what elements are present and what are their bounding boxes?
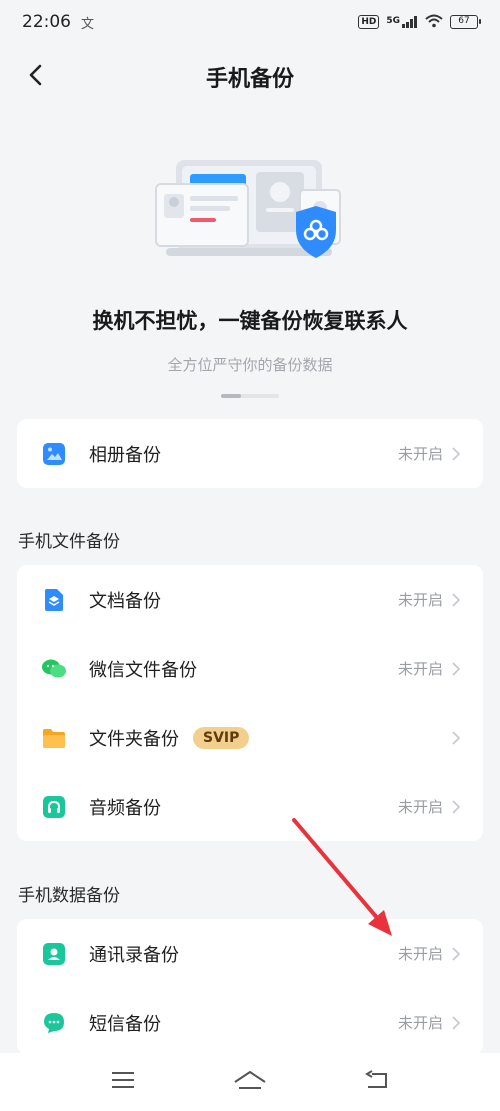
row-status: 未开启 <box>397 591 443 609</box>
chevron-right-icon <box>449 446 463 461</box>
row-label: 相册备份 <box>89 444 161 466</box>
contacts-icon <box>41 941 67 967</box>
battery-icon: 67 <box>450 15 481 29</box>
folder-backup-label: 文件夹备份 <box>89 728 179 750</box>
wifi-icon <box>425 14 443 31</box>
document-icon <box>41 587 67 613</box>
file-backup-card: 文档备份 未开启 微信文件备份 未开启 文件夹备份 SVIP 音频备份 未开启 <box>17 565 483 841</box>
chevron-right-icon <box>449 661 463 676</box>
photo-icon <box>41 441 67 467</box>
row-label: 音频备份 <box>89 797 161 819</box>
back-nav-button[interactable] <box>357 1067 397 1097</box>
sms-backup-row[interactable]: 短信备份 未开启 <box>17 988 483 1055</box>
data-backup-card: 通讯录备份 未开启 短信备份 未开启 <box>17 919 483 1055</box>
hero-subtitle: 全方位严守你的备份数据 <box>167 356 333 374</box>
section-title-data-backup: 手机数据备份 <box>18 886 120 906</box>
hero-title: 换机不担忧，一键备份恢复联系人 <box>92 309 408 333</box>
recents-button[interactable] <box>103 1067 143 1097</box>
hd-icon: HD <box>358 15 380 29</box>
album-backup-card: 相册备份 未开启 <box>17 419 483 488</box>
home-button[interactable] <box>230 1067 270 1097</box>
back-button[interactable] <box>18 60 52 94</box>
document-backup-row[interactable]: 文档备份 未开启 <box>17 565 483 634</box>
message-icon <box>41 1010 67 1036</box>
audio-backup-row[interactable]: 音频备份 未开启 <box>17 772 483 841</box>
contacts-backup-row[interactable]: 通讯录备份 未开启 <box>17 919 483 988</box>
row-status: 未开启 <box>397 798 443 816</box>
section-title-file-backup: 手机文件备份 <box>18 532 120 552</box>
chevron-right-icon <box>449 799 463 814</box>
chevron-right-icon <box>449 1015 463 1030</box>
chevron-left-icon <box>28 64 42 90</box>
headphones-icon <box>41 794 67 820</box>
row-label: 文件夹备份 SVIP <box>89 725 443 751</box>
back-icon <box>364 1070 390 1094</box>
app-header: 手机备份 <box>0 52 500 102</box>
folder-icon <box>41 725 67 751</box>
carousel-indicator-active <box>221 394 241 398</box>
menu-icon <box>111 1071 135 1093</box>
row-status: 未开启 <box>397 445 443 463</box>
row-label: 通讯录备份 <box>89 944 179 966</box>
row-status: 未开启 <box>397 660 443 678</box>
folder-backup-row[interactable]: 文件夹备份 SVIP <box>17 703 483 772</box>
network-label: 5G <box>386 16 400 26</box>
home-icon <box>233 1070 267 1094</box>
hero-illustration <box>150 150 350 270</box>
status-time: 22:06 <box>22 12 71 32</box>
wechat-icon <box>41 656 67 682</box>
row-label: 文档备份 <box>89 590 161 612</box>
page-title: 手机备份 <box>205 67 294 92</box>
status-extra-icon: 文 <box>81 16 95 32</box>
row-status: 未开启 <box>397 945 443 963</box>
chevron-right-icon <box>449 946 463 961</box>
svip-badge: SVIP <box>193 726 250 749</box>
row-label: 微信文件备份 <box>89 659 197 681</box>
chevron-right-icon <box>449 730 463 745</box>
wechat-file-backup-row[interactable]: 微信文件备份 未开启 <box>17 634 483 703</box>
system-nav-bar <box>0 1053 500 1111</box>
carousel-indicator <box>221 394 279 398</box>
status-bar: 22:06 文 HD 5G 67 <box>0 0 500 44</box>
signal-icon: 5G <box>386 16 418 28</box>
row-status: 未开启 <box>397 1014 443 1032</box>
row-label: 短信备份 <box>89 1013 161 1035</box>
album-backup-row[interactable]: 相册备份 未开启 <box>17 419 483 488</box>
chevron-right-icon <box>449 592 463 607</box>
